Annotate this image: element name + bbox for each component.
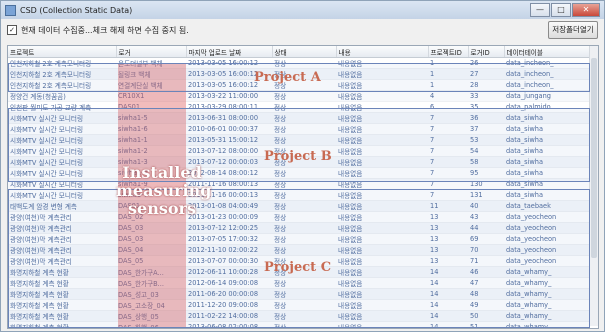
- installed-label-line1: Installed: [122, 163, 202, 182]
- close-button[interactable]: ✕: [572, 3, 600, 17]
- project-a-label: Project A: [254, 70, 321, 85]
- column-header[interactable]: 프로젝트: [8, 46, 117, 58]
- table-cell: 정상: [272, 90, 336, 102]
- collect-checkbox-label: 현재 데이터 수집중...체크 해제 하면 수집 중지 됨.: [21, 25, 189, 35]
- project-b-outline: [8, 108, 590, 182]
- data-grid: 프로젝트 로거 마지막 업로드 날짜 상태 내용 프로젝트ID 로거ID 데이터테이블 인천지…: [7, 45, 599, 329]
- installed-sensors-label: Installed measuring sensors: [116, 163, 212, 218]
- installed-label-line3: sensors: [128, 199, 196, 218]
- column-header[interactable]: 내용: [336, 46, 429, 58]
- title-bar: CSD (Collection Static Data) — □ ✕: [1, 1, 604, 19]
- csd-window: CSD (Collection Static Data) — □ ✕ ✓ 현재 …: [0, 0, 605, 332]
- window-controls: — □ ✕: [530, 3, 600, 17]
- window-title: CSD (Collection Static Data): [20, 5, 133, 15]
- open-save-folder-button[interactable]: 저장폴더열기: [548, 21, 598, 39]
- table-cell: 정양건 계동(청꿈곰): [8, 90, 116, 102]
- toolbar: ✓ 현재 데이터 수집중...체크 해제 하면 수집 중지 됨. 저장폴더열기: [1, 19, 604, 41]
- column-header[interactable]: 로거: [116, 46, 187, 58]
- vertical-scrollbar[interactable]: [589, 46, 598, 326]
- scrollbar-thumb[interactable]: [591, 58, 597, 258]
- app-icon: [5, 4, 16, 16]
- collect-checkbox[interactable]: ✓: [7, 25, 17, 35]
- table-cell: 내용없음: [336, 90, 428, 102]
- installed-label-line2: measuring: [116, 181, 212, 200]
- table-row[interactable]: 정양건 계동(청꿈곰) CR10X1 2013-03-22 11:00:00 정상 내용…: [8, 90, 590, 102]
- column-header[interactable]: 상태: [272, 46, 337, 58]
- project-c-label: Project C: [264, 260, 332, 275]
- table-cell: data_jungang: [504, 90, 590, 102]
- maximize-button[interactable]: □: [551, 3, 571, 17]
- column-header[interactable]: 로거ID: [468, 46, 505, 58]
- column-header[interactable]: 프로젝트ID: [428, 46, 469, 58]
- column-header[interactable]: 마지막 업로드 날짜: [186, 46, 273, 58]
- table-cell: 33: [468, 90, 504, 102]
- minimize-button[interactable]: —: [530, 3, 550, 17]
- project-b-label: Project B: [264, 149, 332, 164]
- table-header: 프로젝트 로거 마지막 업로드 날짜 상태 내용 프로젝트ID 로거ID 데이터테이블: [8, 46, 591, 58]
- column-header[interactable]: 데이터테이블: [504, 46, 591, 58]
- project-c-outline: [8, 189, 590, 328]
- table-cell: 4: [428, 90, 468, 102]
- table-cell: 2013-03-22 11:00:00: [186, 90, 272, 102]
